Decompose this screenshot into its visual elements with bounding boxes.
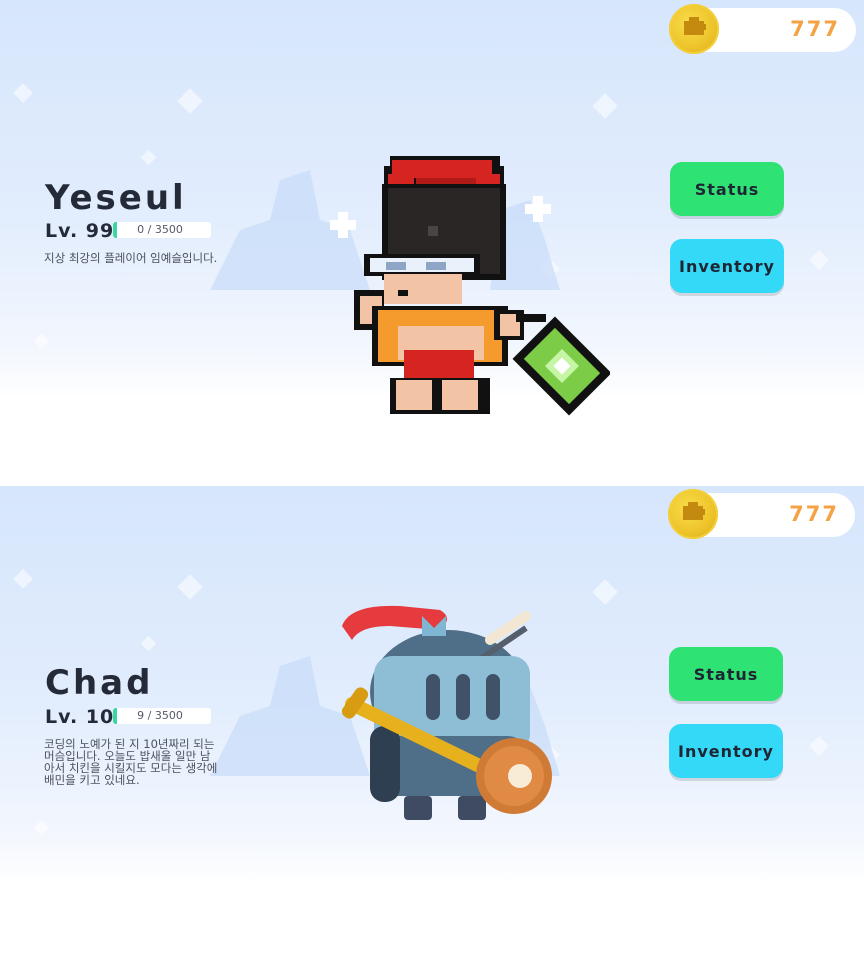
sparkle-decoration [13,83,33,103]
status-button[interactable]: Status [669,647,783,701]
knight-sprite [341,605,552,820]
character-name: Yeseul [45,178,187,218]
description-line: 배민을 키고 있네요. [44,773,140,787]
character-panel-chad: 777 Chad Lv. 10 9 / 3500 코딩의 노예가 된 지 10년… [0,486,864,972]
character-level: Lv. 10 [45,706,115,728]
inventory-button[interactable]: Inventory [670,239,784,293]
coin-icon [668,489,718,539]
coin-counter: 777 [668,489,855,539]
sparkle-decoration [592,93,618,119]
sparkle-decoration [809,736,829,756]
character-description: 코딩의 노예가 된 지 10년짜리 되는 머슴입니다. 오늘도 밥새울 일만 남… [44,738,217,786]
sparkle-decoration [177,574,203,600]
description-line: 지상 최강의 플레이어 임예슬입니다. [44,251,218,265]
character-level: Lv. 99 [45,220,115,242]
sparkle-decoration [177,88,203,114]
xp-bar: 0 / 3500 [113,222,211,238]
sparkle-decoration [33,333,50,350]
character-panel-yeseul: 777 Yeseul Lv. 99 0 / 3500 지상 최강의 플레이어 임… [0,0,864,486]
sparkle-decoration [140,149,157,166]
inventory-button[interactable]: Inventory [669,724,783,778]
character-description: 지상 최강의 플레이어 임예슬입니다. [44,252,217,264]
xp-text: 9 / 3500 [137,709,183,722]
coin-counter: 777 [669,4,856,54]
sparkle-decoration [592,579,618,605]
sparkle-decoration [13,569,33,589]
xp-bar: 9 / 3500 [113,708,211,724]
sparkle-decoration [809,250,829,270]
sparkle-decoration [140,635,157,652]
sparkle-decoration [33,819,50,836]
status-button[interactable]: Status [670,162,784,216]
xp-text: 0 / 3500 [137,223,183,236]
pixel-hero-sprite [330,156,610,416]
character-name: Chad [45,663,154,703]
coin-icon [669,4,719,54]
coin-count: 777 [790,17,840,41]
coin-count: 777 [789,502,839,526]
